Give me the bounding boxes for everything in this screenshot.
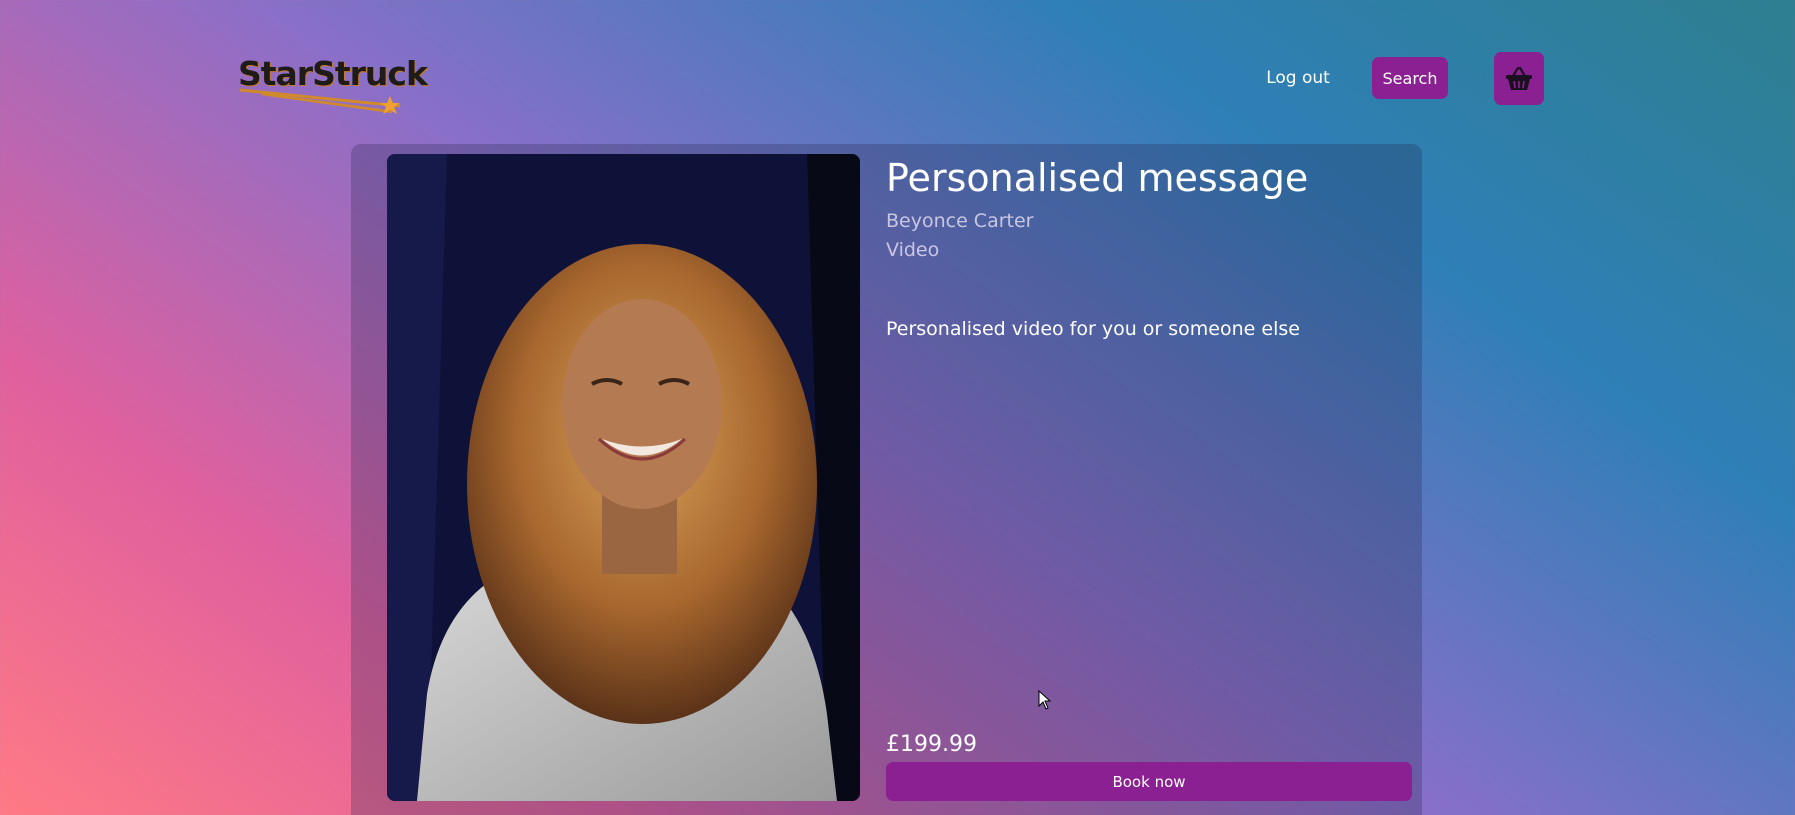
search-button[interactable]: Search (1372, 57, 1448, 99)
product-title: Personalised message (886, 156, 1309, 200)
basket-icon (1506, 66, 1532, 90)
celebrity-name: Beyonce Carter (886, 210, 1034, 232)
product-price: £199.99 (886, 732, 977, 757)
logout-link[interactable]: Log out (1255, 58, 1341, 98)
celebrity-photo (387, 154, 860, 801)
logo-text: StarStruck (238, 54, 428, 93)
mouse-cursor-icon (1038, 690, 1052, 710)
basket-button[interactable] (1494, 52, 1544, 105)
product-type: Video (886, 239, 940, 261)
book-now-button[interactable]: Book now (886, 762, 1412, 801)
celebrity-portrait-image (387, 154, 860, 801)
starstruck-logo[interactable]: StarStruck (232, 46, 432, 116)
product-description: Personalised video for you or someone el… (886, 318, 1300, 340)
